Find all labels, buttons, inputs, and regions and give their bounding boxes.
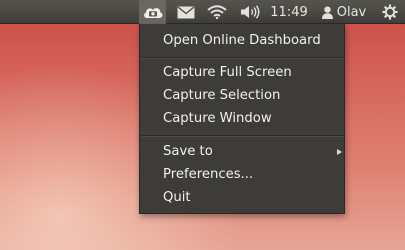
user-icon [321, 5, 333, 19]
menu-item-quit[interactable]: Quit [140, 187, 346, 209]
messaging-indicator[interactable] [175, 0, 197, 24]
menu-item-capture-window[interactable]: Capture Window [140, 108, 346, 130]
submenu-arrow-icon [337, 149, 342, 155]
menu-item-capture-full-screen[interactable]: Capture Full Screen [140, 62, 346, 84]
menu-item-open-online-dashboard[interactable]: Open Online Dashboard [140, 30, 346, 52]
clock-indicator[interactable]: 11:49 [267, 0, 311, 24]
user-indicator[interactable]: Olav [317, 0, 371, 24]
cloud-camera-icon [142, 4, 164, 20]
menu-item-save-to-label: Save to [163, 144, 213, 159]
menu-separator [141, 57, 344, 59]
clock-text: 11:49 [270, 4, 308, 20]
screenshot-indicator[interactable] [139, 0, 166, 24]
top-panel: 11:49 Olav [0, 0, 405, 24]
menu-item-save-to[interactable]: Save to [140, 141, 346, 163]
screenshot-menu: Open Online Dashboard Capture Full Scree… [139, 24, 345, 214]
network-indicator[interactable] [205, 0, 229, 24]
session-indicator[interactable] [378, 0, 402, 24]
menu-separator [141, 135, 344, 137]
volume-icon [240, 5, 260, 19]
menu-item-preferences[interactable]: Preferences... [140, 164, 346, 186]
power-icon [382, 4, 398, 20]
user-name: Olav [336, 4, 367, 20]
wifi-icon [207, 5, 227, 19]
envelope-icon [177, 5, 195, 19]
sound-indicator[interactable] [238, 0, 262, 24]
menu-item-capture-selection[interactable]: Capture Selection [140, 85, 346, 107]
